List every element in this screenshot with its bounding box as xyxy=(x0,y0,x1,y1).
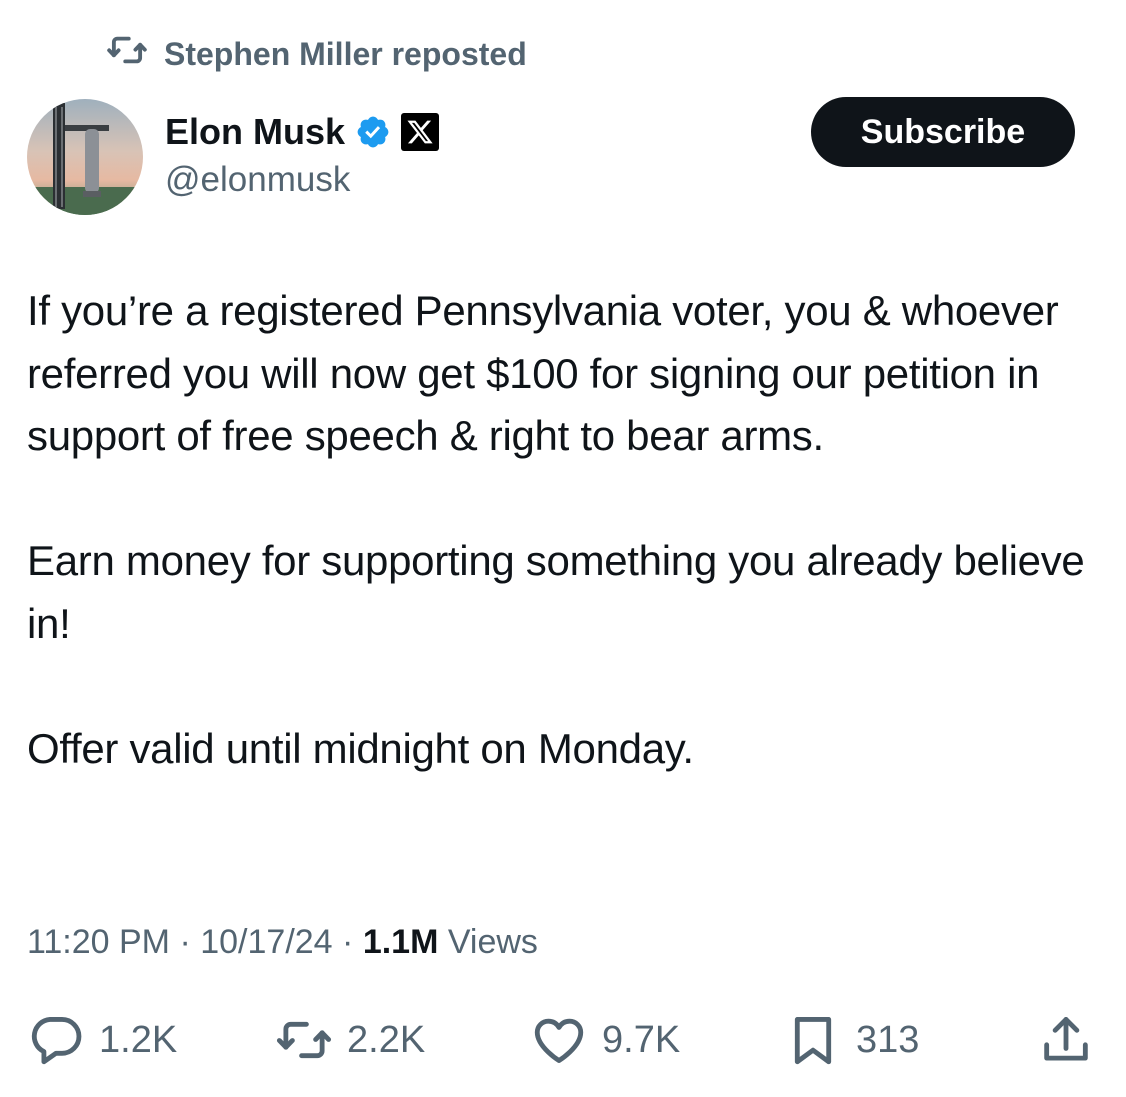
verified-badge-icon[interactable] xyxy=(355,114,391,150)
tweet-time[interactable]: 11:20 PM xyxy=(27,923,170,962)
tweet-date[interactable]: 10/17/24 xyxy=(200,923,332,962)
reply-icon xyxy=(27,1011,85,1069)
reply-count: 1.2K xyxy=(99,1018,178,1061)
reply-button[interactable]: 1.2K xyxy=(27,1008,177,1072)
repost-button[interactable]: 2.2K xyxy=(275,1008,425,1072)
subscribe-button[interactable]: Subscribe xyxy=(811,97,1075,167)
bookmark-count: 313 xyxy=(856,1018,920,1061)
like-count: 9.7K xyxy=(602,1018,681,1061)
views-label: Views xyxy=(438,922,538,961)
bookmark-button[interactable]: 313 xyxy=(784,1008,919,1072)
repost-count: 2.2K xyxy=(347,1018,426,1061)
views-count: 1.1M xyxy=(362,922,439,961)
repost-icon xyxy=(275,1011,333,1069)
share-icon xyxy=(1037,1011,1095,1069)
meta-separator: · xyxy=(332,922,363,961)
like-button[interactable]: 9.7K xyxy=(530,1008,680,1072)
bookmark-icon xyxy=(784,1011,842,1069)
share-button[interactable] xyxy=(1037,1008,1095,1072)
author-handle[interactable]: @elonmusk xyxy=(165,160,350,200)
meta-separator: · xyxy=(170,922,201,961)
avatar[interactable] xyxy=(27,99,143,215)
repost-icon xyxy=(106,29,148,79)
author-name-row[interactable]: Elon Musk xyxy=(165,110,440,154)
action-bar: 1.2K 2.2K 9.7K 313 xyxy=(0,1008,1126,1072)
tweet-text: If you’re a registered Pennsylvania vote… xyxy=(27,287,1085,772)
heart-icon xyxy=(530,1011,588,1069)
repost-indicator[interactable]: Stephen Miller reposted xyxy=(106,34,527,74)
x-logo-icon[interactable] xyxy=(401,113,440,151)
display-name[interactable]: Elon Musk xyxy=(165,111,345,153)
tweet-meta: 11:20 PM · 10/17/24 · 1.1M Views xyxy=(27,918,538,966)
repost-text: Stephen Miller reposted xyxy=(164,35,527,72)
